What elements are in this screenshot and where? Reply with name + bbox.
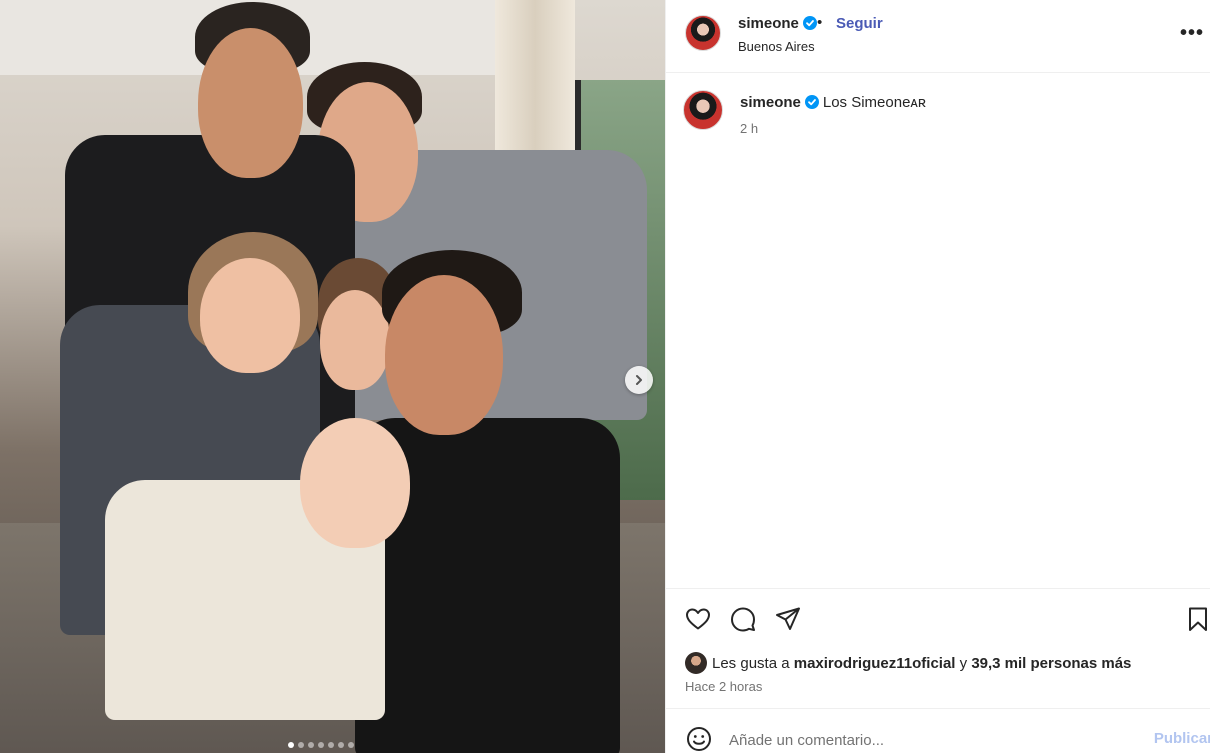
separator-dot: • bbox=[817, 14, 823, 31]
verified-badge-icon bbox=[802, 16, 817, 30]
carousel-dot bbox=[348, 742, 354, 748]
likes-summary: Les gusta a maxirodriguez11oficial y 39,… bbox=[685, 652, 1131, 674]
post-header: simeone • Seguir Buenos Aires ••• bbox=[666, 0, 1210, 73]
paper-plane-icon bbox=[776, 607, 800, 630]
caption-text: Los Simeoneᴀʀ bbox=[822, 94, 926, 111]
comment-input[interactable] bbox=[729, 729, 1129, 751]
post-actions: Les gusta a maxirodriguez11oficial y 39,… bbox=[666, 588, 1210, 708]
caption-username[interactable]: simeone bbox=[740, 94, 819, 111]
carousel-next-button[interactable] bbox=[625, 366, 653, 394]
comment-button[interactable] bbox=[729, 605, 757, 633]
caption-timestamp[interactable]: 2 h bbox=[740, 121, 758, 136]
liker-username[interactable]: maxirodriguez11oficial bbox=[794, 655, 956, 672]
carousel-dot bbox=[328, 742, 334, 748]
avatar[interactable] bbox=[685, 15, 721, 51]
share-button[interactable] bbox=[774, 605, 802, 633]
post-username[interactable]: simeone bbox=[738, 15, 817, 32]
post-photo[interactable] bbox=[0, 0, 665, 753]
more-options-button[interactable]: ••• bbox=[1180, 22, 1204, 45]
post-location[interactable]: Buenos Aires bbox=[738, 39, 815, 54]
comment-icon bbox=[731, 607, 755, 632]
bookmark-icon bbox=[1189, 607, 1207, 631]
likes-connector: y bbox=[959, 654, 968, 672]
heart-icon bbox=[686, 608, 710, 630]
like-button[interactable] bbox=[684, 605, 712, 633]
verified-badge-icon bbox=[804, 95, 819, 109]
post-side-panel: simeone • Seguir Buenos Aires ••• simeon… bbox=[665, 0, 1210, 753]
avatar[interactable] bbox=[683, 90, 723, 130]
smiley-icon bbox=[687, 727, 711, 751]
emoji-button[interactable] bbox=[685, 725, 713, 753]
carousel-dot bbox=[298, 742, 304, 748]
likes-prefix: Les gusta a bbox=[712, 654, 790, 672]
carousel-dot bbox=[338, 742, 344, 748]
carousel-dot bbox=[318, 742, 324, 748]
carousel-dot bbox=[288, 742, 294, 748]
carousel-dot bbox=[308, 742, 314, 748]
likes-count-link[interactable]: 39,3 mil personas más bbox=[971, 655, 1131, 672]
carousel-indicator bbox=[288, 742, 354, 748]
post-caption: simeone Los Simeoneᴀʀ 2 h bbox=[666, 73, 1210, 588]
avatar[interactable] bbox=[685, 652, 707, 674]
follow-button[interactable]: Seguir bbox=[836, 15, 883, 32]
comment-bar: Publicar bbox=[666, 708, 1210, 753]
save-button[interactable] bbox=[1184, 605, 1210, 633]
publish-button[interactable]: Publicar bbox=[1154, 730, 1210, 747]
chevron-right-icon bbox=[636, 375, 642, 385]
caption-line: simeone Los Simeoneᴀʀ bbox=[740, 94, 926, 111]
post-timestamp[interactable]: Hace 2 horas bbox=[685, 679, 762, 694]
